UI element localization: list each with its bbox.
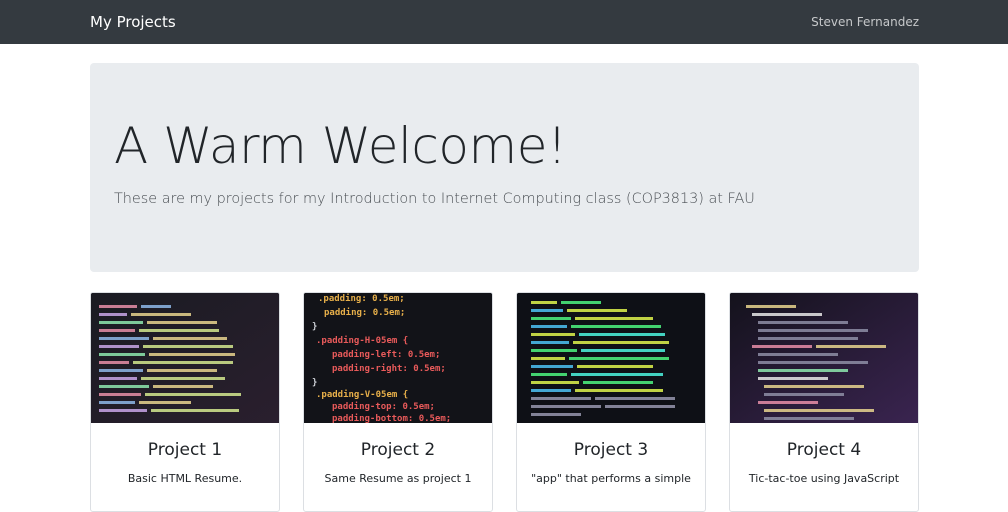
project-card-image (730, 293, 918, 423)
project-card-2[interactable]: .padding: 0.5em; padding: 0.5em; } .padd… (303, 292, 493, 512)
jumbotron: A Warm Welcome! These are my projects fo… (90, 63, 919, 272)
svg-text:}: } (312, 378, 317, 388)
navbar-user-link[interactable]: Steven Fernandez (811, 15, 919, 29)
project-card-text: Same Resume as project 1 (324, 472, 472, 485)
svg-text:.padding-H-05em {: .padding-H-05em { (316, 335, 408, 346)
svg-text:padding-top: 0.5em;: padding-top: 0.5em; (332, 401, 435, 412)
navbar-brand[interactable]: My Projects (90, 13, 176, 31)
project-card-title: Project 3 (573, 440, 649, 460)
project-card-title: Project 2 (360, 440, 436, 460)
svg-text:padding-left: 0.5em;: padding-left: 0.5em; (332, 349, 440, 360)
svg-text:padding-right: 0.5em;: padding-right: 0.5em; (332, 363, 446, 374)
project-card-4[interactable]: Project 4 Tic-tac-toe using JavaScript (729, 292, 919, 512)
svg-text:}: } (312, 322, 317, 332)
project-card-text: Basic HTML Resume. (127, 472, 243, 485)
project-card-3[interactable]: Project 3 "app" that performs a simple (516, 292, 706, 512)
project-card-image: .padding: 0.5em; padding: 0.5em; } .padd… (304, 293, 492, 423)
project-card-image (91, 293, 279, 423)
svg-text:padding: 0.5em;: padding: 0.5em; (324, 307, 405, 318)
project-card-1[interactable]: Project 1 Basic HTML Resume. (90, 292, 280, 512)
project-card-image (517, 293, 705, 423)
project-card-title: Project 4 (786, 440, 862, 460)
jumbotron-title: A Warm Welcome! (114, 117, 567, 175)
svg-text:.padding-V-05em {: .padding-V-05em { (316, 389, 408, 400)
navbar: My Projects Steven Fernandez (0, 0, 1008, 44)
project-card-title: Project 1 (147, 440, 223, 460)
svg-text:.padding: 0.5em;: .padding: 0.5em; (318, 293, 405, 304)
svg-text:padding-bottom: 0.5em;: padding-bottom: 0.5em; (332, 413, 451, 423)
project-cards: Project 1 Basic HTML Resume. .padding: 0… (90, 292, 919, 512)
project-card-text: Tic-tac-toe using JavaScript (748, 472, 900, 485)
jumbotron-lead: These are my projects for my Introductio… (114, 191, 755, 207)
project-card-text: "app" that performs a simple (531, 472, 691, 485)
